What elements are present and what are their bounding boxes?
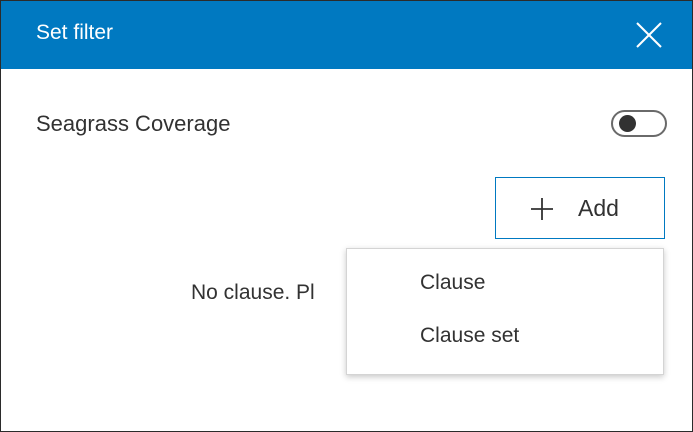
set-filter-dialog: Set filter Seagrass Coverage Add No clau… [0, 0, 693, 432]
menu-item-clause[interactable]: Clause [347, 261, 663, 307]
layer-filter-toggle[interactable] [611, 110, 667, 137]
menu-item-clause-set[interactable]: Clause set [347, 314, 663, 360]
no-clause-message: No clause. Pl [191, 281, 315, 304]
add-dropdown-menu: Clause Clause set [346, 248, 664, 375]
add-button[interactable]: Add [495, 177, 665, 239]
close-button[interactable] [633, 19, 665, 51]
add-button-label: Add [578, 195, 619, 221]
plus-icon [531, 198, 553, 220]
dialog-header: Set filter [1, 1, 692, 69]
close-icon [636, 22, 662, 48]
menu-item-label: Clause [420, 271, 486, 294]
menu-item-label: Clause set [420, 324, 520, 347]
layer-name: Seagrass Coverage [36, 111, 231, 136]
dialog-title: Set filter [36, 21, 114, 44]
toggle-knob [619, 115, 636, 132]
